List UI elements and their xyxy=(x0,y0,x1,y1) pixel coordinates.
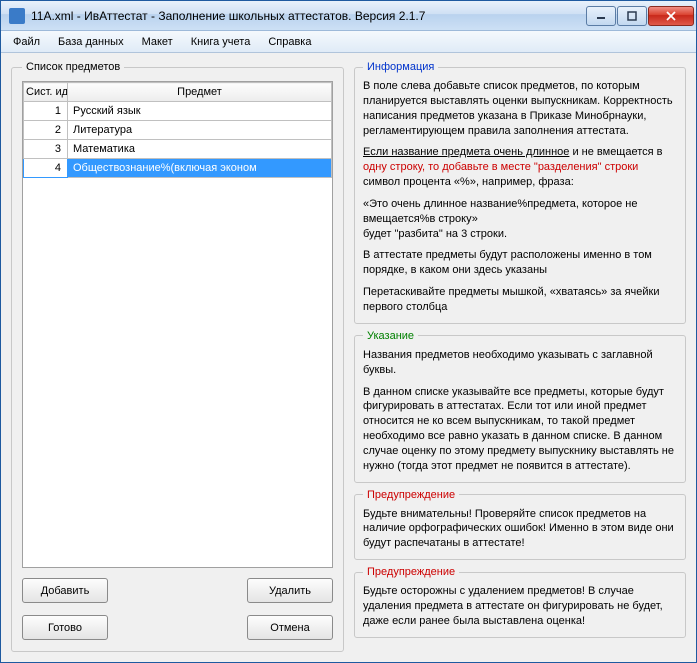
warning1-legend: Предупреждение xyxy=(363,489,459,501)
maximize-button[interactable] xyxy=(617,6,647,26)
menu-file[interactable]: Файл xyxy=(5,33,48,51)
menu-layout[interactable]: Макет xyxy=(134,33,181,51)
minimize-button[interactable] xyxy=(586,6,616,26)
subjects-table-wrap: Сист. идент. Предмет 1 Русский язык 2 xyxy=(22,81,333,568)
warning-text: Будьте осторожны с удалением предметов! … xyxy=(363,584,677,629)
note-body: Названия предметов необходимо указывать … xyxy=(363,348,677,474)
cell-id[interactable]: 3 xyxy=(24,140,68,159)
window-title: 11A.xml - ИвАттестат - Заполнение школьн… xyxy=(31,9,585,23)
close-button[interactable] xyxy=(648,6,694,26)
info-text: Перетаскивайте предметы мышкой, «хватаяс… xyxy=(363,285,677,315)
warning1-body: Будьте внимательны! Проверяйте список пр… xyxy=(363,507,677,552)
cell-id[interactable]: 2 xyxy=(24,121,68,140)
warning-text: Будьте внимательны! Проверяйте список пр… xyxy=(363,507,677,552)
cell-name[interactable]: Русский язык xyxy=(68,102,332,121)
add-button[interactable]: Добавить xyxy=(22,578,108,603)
cell-id[interactable]: 1 xyxy=(24,102,68,121)
table-row-selected[interactable]: 4 Обществознание%(включая эконом xyxy=(24,159,332,178)
app-window: 11A.xml - ИвАттестат - Заполнение школьн… xyxy=(0,0,697,663)
cancel-button[interactable]: Отмена xyxy=(247,615,333,640)
cell-name[interactable]: Математика xyxy=(68,140,332,159)
cell-name[interactable]: Обществознание%(включая эконом xyxy=(68,159,332,178)
info-text: «Это очень длинное название%предмета, ко… xyxy=(363,197,677,227)
warning2-legend: Предупреждение xyxy=(363,566,459,578)
delete-button[interactable]: Удалить xyxy=(247,578,333,603)
warning2-body: Будьте осторожны с удалением предметов! … xyxy=(363,584,677,629)
subjects-legend: Список предметов xyxy=(22,61,124,73)
titlebar[interactable]: 11A.xml - ИвАттестат - Заполнение школьн… xyxy=(1,1,696,31)
menu-book[interactable]: Книга учета xyxy=(183,33,259,51)
menu-help[interactable]: Справка xyxy=(260,33,319,51)
info-text: В аттестате предметы будут расположены и… xyxy=(363,248,677,278)
warning2-group: Предупреждение Будьте осторожны с удален… xyxy=(354,566,686,638)
note-text: В данном списке указывайте все предметы,… xyxy=(363,385,677,474)
note-group: Указание Названия предметов необходимо у… xyxy=(354,330,686,483)
info-legend: Информация xyxy=(363,61,438,73)
subjects-group: Список предметов Сист. идент. Предмет 1 xyxy=(11,61,344,652)
table-row[interactable]: 2 Литература xyxy=(24,121,332,140)
app-icon xyxy=(9,8,25,24)
table-row[interactable]: 3 Математика xyxy=(24,140,332,159)
note-legend: Указание xyxy=(363,330,418,342)
note-text: Названия предметов необходимо указывать … xyxy=(363,348,677,378)
col-header-name[interactable]: Предмет xyxy=(68,83,332,102)
table-row[interactable]: 1 Русский язык xyxy=(24,102,332,121)
info-group: Информация В поле слева добавьте список … xyxy=(354,61,686,324)
menu-database[interactable]: База данных xyxy=(50,33,132,51)
info-text: В поле слева добавьте список предметов, … xyxy=(363,79,677,138)
menubar: Файл База данных Макет Книга учета Справ… xyxy=(1,31,696,53)
info-body: В поле слева добавьте список предметов, … xyxy=(363,79,677,315)
subjects-table[interactable]: Сист. идент. Предмет 1 Русский язык 2 xyxy=(23,82,332,178)
col-header-id[interactable]: Сист. идент. xyxy=(24,83,68,102)
ok-button[interactable]: Готово xyxy=(22,615,108,640)
info-text: Если название предмета очень длинное и н… xyxy=(363,145,677,190)
cell-name[interactable]: Литература xyxy=(68,121,332,140)
client-area: Список предметов Сист. идент. Предмет 1 xyxy=(1,53,696,662)
info-text: будет "разбита" на 3 строки. xyxy=(363,227,677,242)
warning1-group: Предупреждение Будьте внимательны! Прове… xyxy=(354,489,686,561)
cell-id[interactable]: 4 xyxy=(24,159,68,178)
